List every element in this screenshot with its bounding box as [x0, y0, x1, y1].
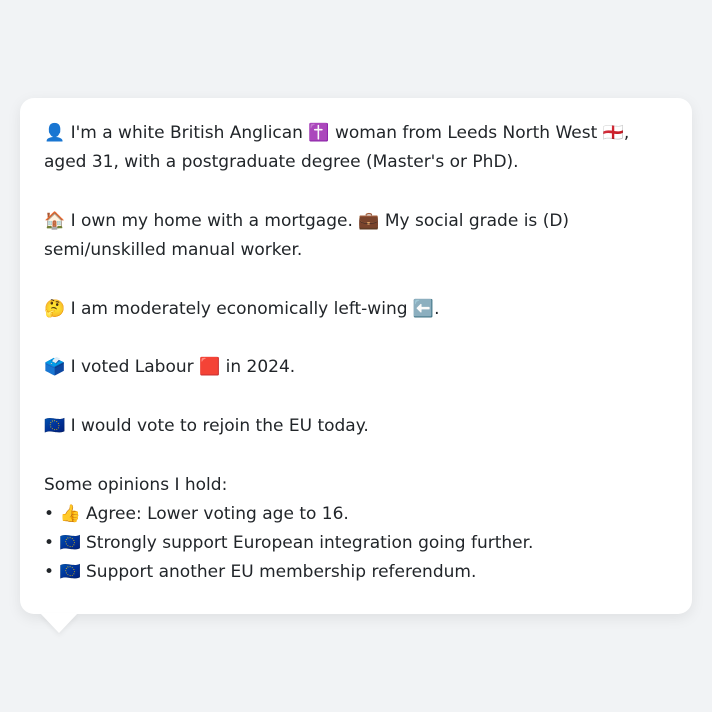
identity-line: 👤 I'm a white British Anglican ✝️ woman … — [44, 119, 668, 178]
vote-line: 🗳️ I voted Labour 🟥 in 2024. — [44, 353, 668, 382]
england-flag-icon: 🏴󠁧󠁢󠁥󠁮󠁧󠁿 — [602, 123, 624, 143]
house-icon: 🏠 — [44, 210, 66, 231]
eu-flag-icon: 🇪🇺 — [59, 533, 81, 554]
thinking-face-icon: 🤔 — [44, 298, 66, 319]
person-icon: 👤 — [44, 123, 66, 143]
opinion-text: Strongly support European integration go… — [80, 533, 534, 554]
speech-bubble-tail — [40, 613, 78, 633]
list-item: • 🇪🇺 Strongly support European integrati… — [44, 529, 668, 558]
list-item: • 👍 Agree: Lower voting age to 16. — [44, 500, 668, 529]
opinions-heading: Some opinions I hold: — [44, 474, 228, 495]
opinion-text: Support another EU membership referendum… — [80, 562, 477, 583]
thumbs-up-icon: 👍 — [59, 503, 81, 524]
ballot-box-icon: 🗳️ — [44, 357, 66, 378]
housing-text-1: I own my home with a mortgage. — [65, 210, 359, 231]
economics-text-2: . — [434, 298, 440, 319]
identity-text-2: woman from Leeds North West — [329, 123, 603, 143]
left-arrow-icon: ⬅️ — [412, 298, 435, 319]
bullet: • — [44, 503, 60, 524]
list-item: • 🇪🇺 Support another EU membership refer… — [44, 558, 668, 587]
bullet: • — [44, 533, 60, 554]
opinions-list: • 👍 Agree: Lower voting age to 16. • 🇪🇺 … — [44, 500, 668, 588]
identity-text-1: I'm a white British Anglican — [65, 123, 309, 143]
bullet: • — [44, 562, 60, 583]
eu-line: 🇪🇺 I would vote to rejoin the EU today. — [44, 412, 668, 441]
economics-line: 🤔 I am moderately economically left-wing… — [44, 295, 668, 324]
eu-flag-icon: 🇪🇺 — [44, 415, 66, 436]
eu-text: I would vote to rejoin the EU today. — [65, 415, 369, 436]
red-square-icon: 🟥 — [199, 357, 221, 378]
opinion-text: Agree: Lower voting age to 16. — [80, 503, 349, 524]
cross-icon: ✝️ — [308, 123, 330, 143]
persona-card: 👤 I'm a white British Anglican ✝️ woman … — [20, 98, 692, 614]
vote-text-2: in 2024. — [220, 357, 296, 378]
vote-text-1: I voted Labour — [65, 357, 200, 378]
briefcase-icon: 💼 — [358, 210, 380, 231]
eu-flag-icon: 🇪🇺 — [59, 562, 81, 583]
housing-line: 🏠 I own my home with a mortgage. 💼 My so… — [44, 207, 668, 266]
economics-text-1: I am moderately economically left-wing — [65, 298, 413, 319]
